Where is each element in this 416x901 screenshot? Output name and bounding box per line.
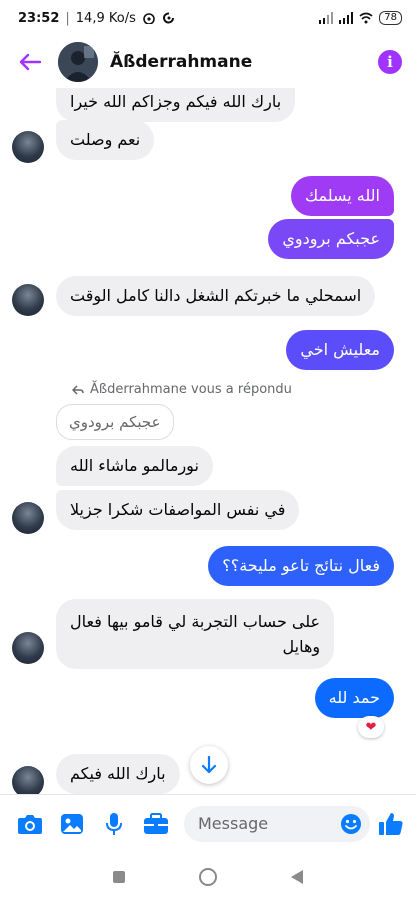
chevron-down-icon bbox=[201, 756, 217, 774]
message-input[interactable] bbox=[198, 814, 328, 833]
home-button[interactable] bbox=[199, 867, 217, 886]
message-list[interactable]: بارك الله فيكم وجزاكم الله خيرا نعم وصلت… bbox=[0, 88, 416, 794]
contact-avatar-small[interactable] bbox=[12, 284, 44, 316]
outgoing-message[interactable]: حمد لله bbox=[314, 678, 394, 718]
scroll-down-button[interactable] bbox=[190, 746, 228, 784]
info-icon: i bbox=[387, 53, 393, 71]
incoming-message[interactable]: نورمالمو ماشاء الله bbox=[56, 446, 213, 486]
status-separator: | bbox=[65, 10, 70, 26]
signal-2-icon bbox=[339, 12, 354, 24]
status-time: 23:52 bbox=[18, 10, 60, 26]
incoming-message[interactable]: بارك الله فيكم bbox=[56, 754, 180, 794]
message-input-container[interactable] bbox=[184, 805, 370, 842]
incoming-message[interactable]: اسمحلي ما خبرتكم الشغل دالنا كامل الوقت bbox=[56, 276, 376, 316]
system-navigation-bar bbox=[0, 852, 416, 901]
contact-avatar-small[interactable] bbox=[12, 131, 44, 163]
system-back-button[interactable] bbox=[291, 869, 303, 884]
status-network-speed: 14,9 Ko/s bbox=[75, 10, 136, 26]
outgoing-message[interactable]: فعال نتائج تاعو مليحة؟؟ bbox=[208, 546, 394, 586]
incoming-message-line: على حساب التجربة لي قامو بيها فعال bbox=[70, 612, 321, 631]
hotspot-icon bbox=[143, 13, 155, 24]
image-icon bbox=[61, 813, 83, 834]
back-button[interactable] bbox=[14, 46, 46, 78]
reply-note-text: Ăßderrahmane vous a répondu bbox=[90, 382, 292, 397]
incoming-message-line: وهايل bbox=[282, 637, 321, 656]
back-arrow-icon bbox=[19, 53, 41, 71]
outgoing-message[interactable]: عجبكم برودوي bbox=[268, 219, 394, 259]
status-bar: 23:52 | 14,9 Ko/s 78 bbox=[0, 0, 416, 36]
heart-icon: ❤ bbox=[365, 719, 377, 735]
sync-icon bbox=[162, 12, 174, 24]
gallery-button[interactable] bbox=[56, 808, 88, 840]
briefcase-icon bbox=[144, 812, 168, 834]
business-tools-button[interactable] bbox=[140, 808, 172, 840]
signal-icon bbox=[319, 12, 334, 24]
heart-reaction[interactable]: ❤ bbox=[358, 716, 384, 738]
microphone-icon bbox=[106, 812, 122, 835]
outgoing-message[interactable]: معليش اخي bbox=[286, 330, 394, 370]
recent-apps-button[interactable] bbox=[113, 870, 125, 883]
contact-avatar-small[interactable] bbox=[12, 502, 44, 534]
incoming-message-multiline[interactable]: على حساب التجربة لي قامو بيها فعال وهايل bbox=[56, 599, 335, 669]
like-button[interactable] bbox=[376, 809, 406, 839]
avatar-photo-icon bbox=[58, 42, 98, 82]
contact-name[interactable]: Ăßderrahmane bbox=[110, 52, 252, 72]
like-icon bbox=[379, 812, 403, 835]
wifi-icon bbox=[359, 12, 373, 24]
quoted-message[interactable]: عجبكم برودوي bbox=[56, 404, 174, 440]
message-composer bbox=[0, 794, 416, 852]
incoming-message[interactable]: في نفس المواصفات شكرا جزيلا bbox=[56, 490, 300, 530]
incoming-message[interactable]: بارك الله فيكم وجزاكم الله خيرا bbox=[56, 88, 296, 122]
reply-indicator: Ăßderrahmane vous a répondu bbox=[72, 382, 292, 397]
battery-indicator: 78 bbox=[379, 11, 402, 25]
conversation-header: Ăßderrahmane i bbox=[0, 36, 416, 88]
contact-avatar-small[interactable] bbox=[12, 632, 44, 664]
camera-icon bbox=[18, 814, 42, 834]
outgoing-message[interactable]: الله يسلمك bbox=[290, 176, 394, 216]
emoji-icon[interactable] bbox=[340, 813, 362, 835]
contact-avatar-small[interactable] bbox=[12, 766, 44, 794]
reply-icon bbox=[72, 384, 84, 395]
contact-avatar[interactable] bbox=[58, 42, 98, 82]
incoming-message[interactable]: نعم وصلت bbox=[56, 120, 155, 160]
info-button[interactable]: i bbox=[378, 50, 402, 74]
voice-button[interactable] bbox=[98, 808, 130, 840]
camera-button[interactable] bbox=[14, 808, 46, 840]
